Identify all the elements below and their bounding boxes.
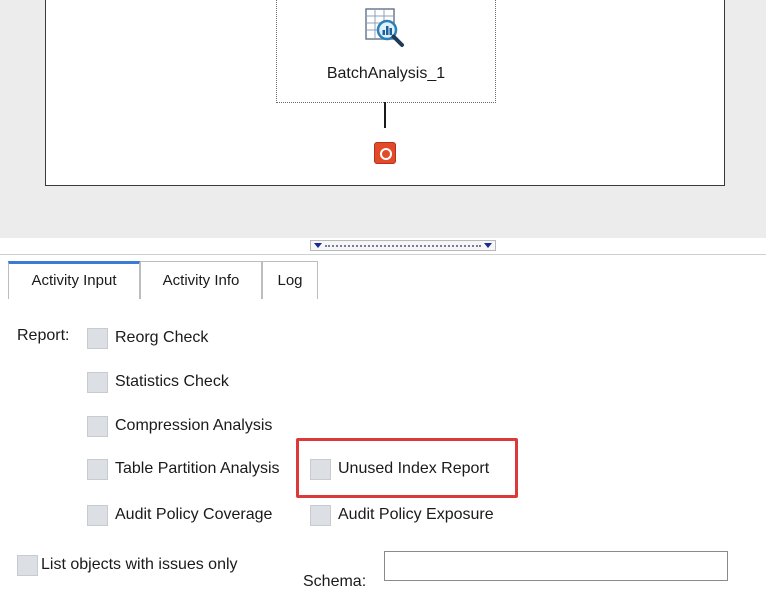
reorg-check-checkbox[interactable] <box>87 328 108 349</box>
node-label: BatchAnalysis_1 <box>326 65 446 82</box>
tab-activity-info[interactable]: Activity Info <box>140 261 262 299</box>
connector-line <box>384 102 386 128</box>
schema-label: Schema: <box>303 573 367 590</box>
tab-log[interactable]: Log <box>262 261 318 299</box>
audit-policy-exposure-label: Audit Policy Exposure <box>338 506 494 523</box>
schema-input[interactable] <box>384 551 728 581</box>
stop-icon[interactable] <box>374 142 396 164</box>
workflow-canvas[interactable]: BatchAnalysis_1 <box>45 0 725 186</box>
audit-policy-coverage-label: Audit Policy Coverage <box>115 506 273 523</box>
reorg-check-label: Reorg Check <box>115 329 209 346</box>
collapse-down-icon <box>484 243 492 248</box>
audit-policy-exposure-checkbox[interactable] <box>310 505 331 526</box>
batch-analysis-node[interactable]: BatchAnalysis_1 <box>276 0 496 103</box>
properties-panel: Activity Input Activity Info Log Report:… <box>0 254 766 590</box>
list-issues-only-label: List objects with issues only <box>41 556 238 573</box>
audit-policy-coverage-checkbox[interactable] <box>87 505 108 526</box>
compression-analysis-label: Compression Analysis <box>115 417 273 434</box>
table-partition-analysis-label: Table Partition Analysis <box>115 460 280 477</box>
table-partition-analysis-checkbox[interactable] <box>87 459 108 480</box>
splitter-grip <box>325 245 481 247</box>
compression-analysis-checkbox[interactable] <box>87 416 108 437</box>
highlight-annotation <box>296 438 518 498</box>
report-label: Report: <box>17 327 70 344</box>
report-analysis-icon <box>365 8 404 47</box>
workflow-canvas-area: BatchAnalysis_1 <box>0 0 766 238</box>
collapse-down-icon <box>314 243 322 248</box>
statistics-check-label: Statistics Check <box>115 373 229 390</box>
list-issues-only-checkbox[interactable] <box>17 555 38 576</box>
statistics-check-checkbox[interactable] <box>87 372 108 393</box>
tab-activity-input[interactable]: Activity Input <box>8 261 140 299</box>
panel-splitter-handle[interactable] <box>310 240 496 251</box>
